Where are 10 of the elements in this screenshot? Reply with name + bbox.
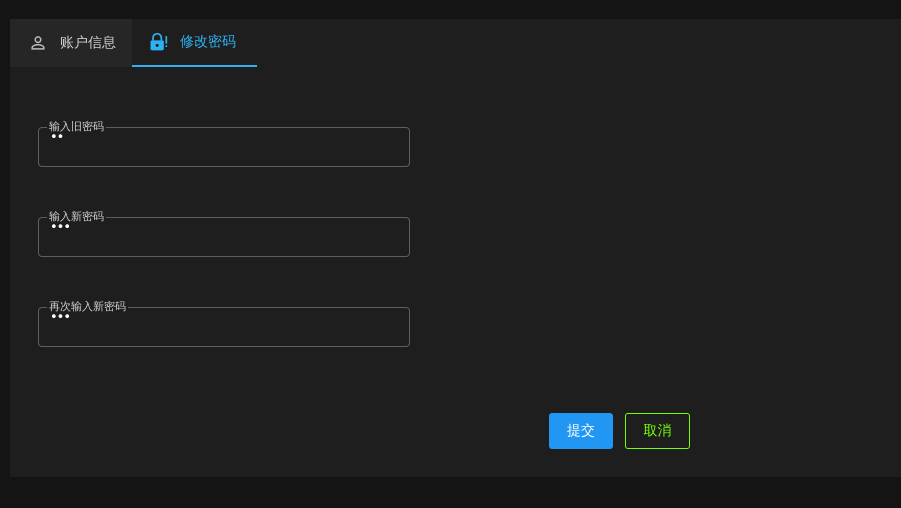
lock-alert-icon [148,32,168,52]
tab[interactable]: 账户信息 [10,19,132,67]
password-field[interactable]: 再次输入新密码 ••• [38,300,410,347]
password-field[interactable]: 输入旧密码 •• [38,120,410,167]
field-label: 再次输入新密码 [48,300,127,314]
tab[interactable]: 修改密码 [132,19,257,67]
field-label: 输入新密码 [48,210,105,224]
cancel-button[interactable]: 取消 [625,413,690,449]
password-field[interactable]: 输入新密码 ••• [38,210,410,257]
field-label: 输入旧密码 [48,120,105,134]
